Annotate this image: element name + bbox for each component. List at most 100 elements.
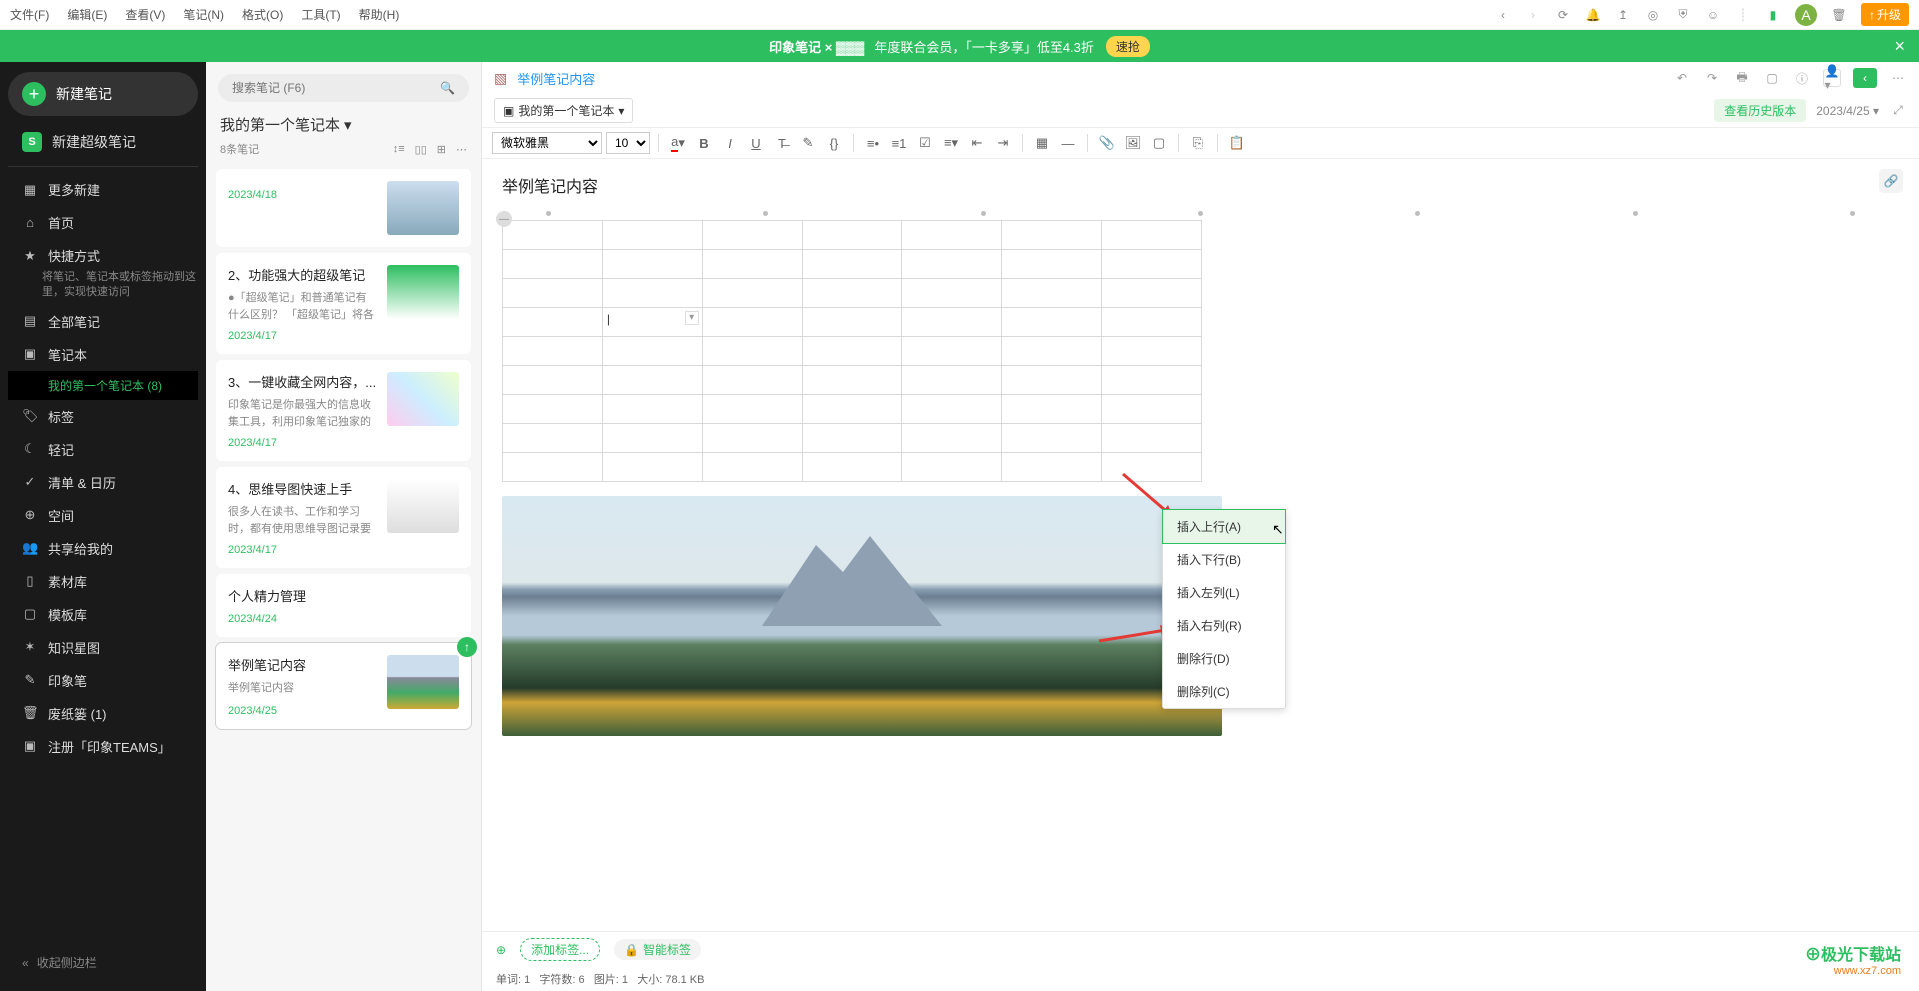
info-icon[interactable]: ⓘ [1793, 69, 1811, 87]
add-tag-plus-icon[interactable]: ⊕ [496, 943, 506, 957]
menu-delete-row[interactable]: 删除行(D) [1163, 642, 1285, 675]
sidebar-item-yinxiangbi[interactable]: ✎印象笔 [8, 664, 198, 697]
indent-in-button[interactable]: ⇥ [992, 132, 1014, 154]
codeblock-button[interactable]: ⎘ [1187, 132, 1209, 154]
sidebar-item-material[interactable]: ▯素材库 [8, 565, 198, 598]
redo-icon[interactable]: ↷ [1703, 69, 1721, 87]
new-note-button[interactable]: + 新建笔记 [8, 72, 198, 116]
sidebar-item-shortcut[interactable]: ★快捷方式 [8, 239, 198, 272]
sort-icon[interactable]: ↕≡ [393, 143, 405, 156]
promo-cta-button[interactable]: 速抢 [1106, 36, 1150, 57]
note-card[interactable]: 个人精力管理2023/4/24 [216, 574, 471, 637]
table-button[interactable]: ▦ [1031, 132, 1053, 154]
align-button[interactable]: ≡▾ [940, 132, 962, 154]
add-tag-button[interactable]: 添加标签... [520, 938, 600, 961]
font-family-select[interactable]: 微软雅黑 [492, 132, 602, 154]
checkbox-button[interactable]: ☑ [914, 132, 936, 154]
table-block[interactable]: — |▾ [502, 211, 1899, 482]
sidebar-item-qingji[interactable]: ☾轻记 [8, 433, 198, 466]
sidebar-item-space[interactable]: ⊕空间 [8, 499, 198, 532]
menu-view[interactable]: 查看(V) [125, 6, 165, 23]
menu-insert-row-below[interactable]: 插入下行(B) [1163, 543, 1285, 576]
font-size-select[interactable]: 10 [606, 132, 650, 154]
print-icon[interactable]: 🖶 [1733, 69, 1751, 87]
menu-tools[interactable]: 工具(T) [301, 6, 340, 23]
user-avatar[interactable]: A [1795, 4, 1817, 26]
highlight-button[interactable]: ✎ [797, 132, 819, 154]
sidebar-item-all-notes[interactable]: ▤全部笔记 [8, 305, 198, 338]
record-button[interactable]: ▢ [1148, 132, 1170, 154]
face-icon[interactable]: ☺ [1705, 7, 1721, 23]
code-button[interactable]: {} [823, 132, 845, 154]
trash-top-icon[interactable]: 🗑 [1831, 7, 1847, 23]
sidebar-item-teams[interactable]: ▣注册「印象TEAMS」 [8, 730, 198, 763]
note-card[interactable]: 3、一键收藏全网内容，...印象笔记是你最强大的信息收集工具，利用印象笔记独家的… [216, 360, 471, 461]
active-cell[interactable]: |▾ [602, 308, 702, 337]
number-list-button[interactable]: ≡1 [888, 132, 910, 154]
shield-icon[interactable]: ⛨ [1675, 7, 1691, 23]
note-card[interactable]: 4、思维导图快速上手很多人在读书、工作和学习时，都有使用思维导图记录要点...2… [216, 467, 471, 568]
sidebar-item-home[interactable]: ⌂首页 [8, 206, 198, 239]
collapse-sidebar-button[interactable]: «收起侧边栏 [8, 944, 198, 981]
search-input[interactable] [232, 81, 440, 95]
indent-out-button[interactable]: ⇤ [966, 132, 988, 154]
editor-content[interactable]: 🔗 举例笔记内容 — |▾ 插入上行(A) [482, 159, 1919, 931]
menu-edit[interactable]: 编辑(E) [67, 6, 107, 23]
sidebar-item-my-first-notebook[interactable]: 我的第一个笔记本 (8) [8, 371, 198, 400]
editable-table[interactable]: |▾ [502, 220, 1202, 482]
cell-dropdown-icon[interactable]: ▾ [685, 311, 699, 325]
present-icon[interactable]: ▢ [1763, 69, 1781, 87]
menu-insert-col-left[interactable]: 插入左列(L) [1163, 576, 1285, 609]
view-icon[interactable]: ▯▯ [415, 143, 427, 156]
link-indicator-icon[interactable]: 🔗 [1879, 169, 1903, 193]
sidebar-item-knowledge[interactable]: ✶知识星图 [8, 631, 198, 664]
bold-button[interactable]: B [693, 132, 715, 154]
sidebar-item-more-new[interactable]: ▦更多新建 [8, 173, 198, 206]
note-title-link[interactable]: 举例笔记内容 [517, 69, 595, 88]
inbox-icon[interactable]: ↥ [1615, 7, 1631, 23]
menu-file[interactable]: 文件(F) [10, 6, 49, 23]
search-icon[interactable]: 🔍 [440, 81, 455, 95]
menu-help[interactable]: 帮助(H) [359, 6, 400, 23]
smart-tag-button[interactable]: 🔒 智能标签 [614, 939, 701, 960]
device-icon[interactable]: ▮ [1765, 7, 1781, 23]
italic-button[interactable]: I [719, 132, 741, 154]
notification-icon[interactable]: 🔔 [1585, 7, 1601, 23]
note-card[interactable]: 2、功能强大的超级笔记●「超级笔记」和普通笔记有什么区别？ 「超级笔记」将各种.… [216, 253, 471, 354]
sidebar-item-trash[interactable]: 🗑废纸篓 (1) [8, 697, 198, 730]
menu-insert-row-above[interactable]: 插入上行(A) [1163, 510, 1285, 543]
nav-back-icon[interactable]: ‹ [1495, 7, 1511, 23]
note-card-selected[interactable]: ↑ 举例笔记内容举例笔记内容2023/4/25 [216, 643, 471, 729]
menu-delete-col[interactable]: 删除列(C) [1163, 675, 1285, 708]
search-notes-input[interactable]: 🔍 [218, 74, 469, 102]
filter-icon[interactable]: ⊞ [437, 143, 446, 156]
nav-forward-icon[interactable]: › [1525, 7, 1541, 23]
clipboard-button[interactable]: 📋 [1226, 132, 1248, 154]
promo-close-icon[interactable]: × [1894, 36, 1905, 57]
share-button[interactable]: ‹ [1853, 68, 1877, 88]
embedded-image[interactable] [502, 496, 1222, 736]
target-icon[interactable]: ◎ [1645, 7, 1661, 23]
expand-icon[interactable]: ⤢ [1889, 102, 1907, 120]
note-card[interactable]: 2023/4/18 [216, 169, 471, 247]
more-menu-icon[interactable]: ⋯ [1889, 69, 1907, 87]
upgrade-button[interactable]: ↑升级 [1861, 3, 1909, 26]
sidebar-item-template[interactable]: ▢模板库 [8, 598, 198, 631]
menu-note[interactable]: 笔记(N) [183, 6, 224, 23]
font-color-button[interactable]: a▾ [667, 132, 689, 154]
sync-icon[interactable]: ⟳ [1555, 7, 1571, 23]
more-icon[interactable]: ⋯ [456, 143, 467, 156]
attachment-button[interactable]: 📎 [1096, 132, 1118, 154]
sidebar-item-checklist[interactable]: ✓清单 & 日历 [8, 466, 198, 499]
sidebar-item-shared[interactable]: 👥共享给我的 [8, 532, 198, 565]
sidebar-item-notebooks[interactable]: ▣笔记本 [8, 338, 198, 371]
strikethrough-button[interactable]: T̶ [771, 132, 793, 154]
sidebar-item-tags[interactable]: 🏷标签 [8, 400, 198, 433]
menu-format[interactable]: 格式(O) [242, 6, 283, 23]
bullet-list-button[interactable]: ≡• [862, 132, 884, 154]
notebook-selector[interactable]: ▣ 我的第一个笔记本 ▾ [494, 98, 633, 123]
image-button[interactable]: 🖼 [1122, 132, 1144, 154]
view-history-button[interactable]: 查看历史版本 [1714, 99, 1806, 122]
new-super-note-button[interactable]: S 新建超级笔记 [8, 124, 198, 160]
underline-button[interactable]: U [745, 132, 767, 154]
